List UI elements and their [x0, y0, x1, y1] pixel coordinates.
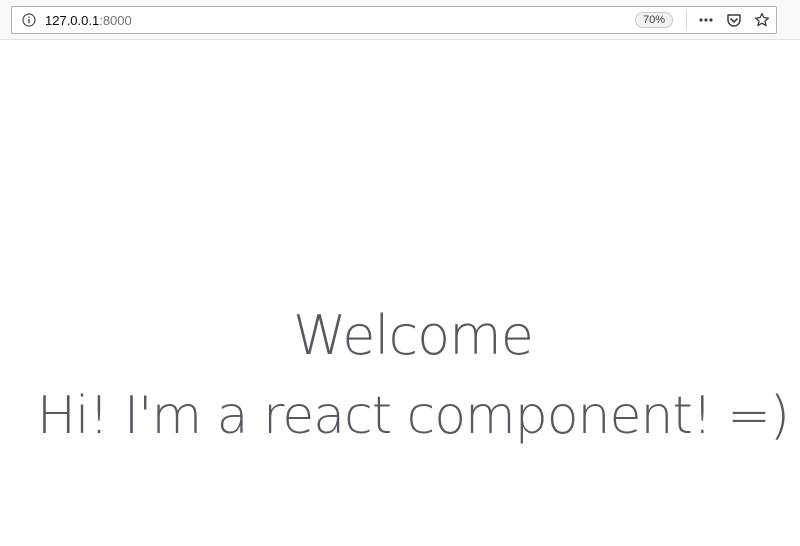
url-host: 127.0.0.1 — [45, 13, 100, 28]
page-content: Welcome Hi! I'm a react component! =) — [0, 41, 800, 546]
pocket-icon[interactable] — [726, 12, 742, 28]
browser-toolbar: 127.0.0.1:8000 70% — [0, 0, 800, 40]
bookmark-star-icon[interactable] — [754, 12, 770, 28]
info-icon[interactable] — [22, 13, 36, 27]
page-actions-menu-icon[interactable] — [698, 12, 714, 28]
url-text[interactable]: 127.0.0.1:8000 — [45, 13, 132, 28]
greeting-message: Hi! I'm a react component! =) — [36, 386, 790, 446]
toolbar-separator — [686, 10, 687, 30]
url-port: :8000 — [99, 13, 132, 28]
url-bar[interactable]: 127.0.0.1:8000 70% — [11, 6, 777, 34]
zoom-indicator[interactable]: 70% — [635, 12, 673, 28]
welcome-heading: Welcome — [292, 304, 534, 367]
